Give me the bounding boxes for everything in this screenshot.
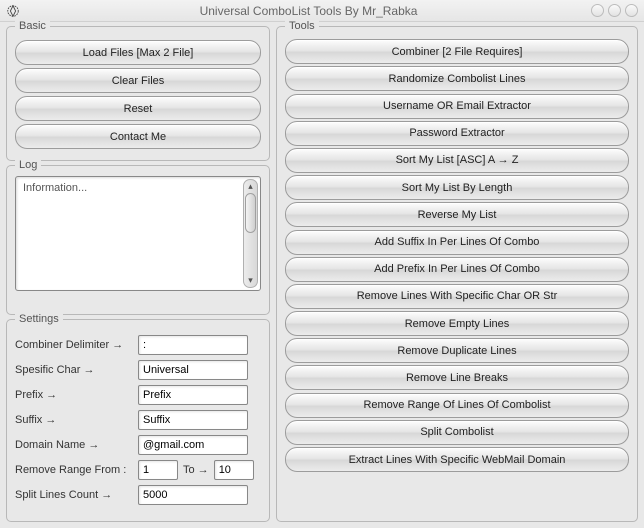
remove-range-button[interactable]: Remove Range Of Lines Of Combolist — [285, 393, 629, 418]
settings-group: Settings Combiner Delimiter → Spesific C… — [6, 319, 270, 522]
remove-empty-button[interactable]: Remove Empty Lines — [285, 311, 629, 336]
suffix-label: Suffix → — [15, 414, 133, 426]
window-titlebar: Universal ComboList Tools By Mr_Rabka — [0, 0, 644, 22]
reverse-button[interactable]: Reverse My List — [285, 202, 629, 227]
specific-char-input[interactable] — [138, 360, 248, 380]
log-textarea[interactable] — [21, 180, 242, 287]
split-lines-count-label: Split Lines Count → — [15, 489, 133, 501]
combiner-delimiter-label: Combiner Delimiter → — [15, 339, 133, 351]
basic-group: Basic Load Files [Max 2 File] Clear File… — [6, 26, 270, 161]
sort-length-button[interactable]: Sort My List By Length — [285, 175, 629, 200]
reset-button[interactable]: Reset — [15, 96, 261, 121]
log-scrollbar[interactable]: ▴ ▾ — [243, 179, 258, 288]
remove-range-from-input[interactable] — [138, 460, 178, 480]
prefix-label: Prefix → — [15, 389, 133, 401]
suffix-input[interactable] — [138, 410, 248, 430]
window-title: Universal ComboList Tools By Mr_Rabka — [26, 4, 591, 18]
settings-legend: Settings — [15, 313, 63, 325]
remove-range-from-label: Remove Range From : — [15, 464, 133, 476]
app-icon — [6, 4, 20, 18]
domain-name-label: Domain Name → — [15, 439, 133, 451]
tools-legend: Tools — [285, 20, 319, 32]
maximize-button[interactable] — [608, 4, 621, 17]
add-suffix-button[interactable]: Add Suffix In Per Lines Of Combo — [285, 230, 629, 255]
domain-name-input[interactable] — [138, 435, 248, 455]
randomize-button[interactable]: Randomize Combolist Lines — [285, 66, 629, 91]
remove-range-to-label: To → — [183, 464, 209, 476]
log-group: Log ▴ ▾ — [6, 165, 270, 315]
scroll-down-icon[interactable]: ▾ — [244, 274, 257, 287]
clear-files-button[interactable]: Clear Files — [15, 68, 261, 93]
combiner-button[interactable]: Combiner [2 File Requires] — [285, 39, 629, 64]
contact-me-button[interactable]: Contact Me — [15, 124, 261, 149]
scroll-thumb[interactable] — [245, 193, 256, 233]
log-legend: Log — [15, 159, 41, 171]
remove-duplicate-button[interactable]: Remove Duplicate Lines — [285, 338, 629, 363]
remove-range-to-input[interactable] — [214, 460, 254, 480]
specific-char-label: Spesific Char → — [15, 364, 133, 376]
tools-group: Tools Combiner [2 File Requires] Randomi… — [276, 26, 638, 522]
remove-breaks-button[interactable]: Remove Line Breaks — [285, 365, 629, 390]
close-button[interactable] — [625, 4, 638, 17]
minimize-button[interactable] — [591, 4, 604, 17]
prefix-input[interactable] — [138, 385, 248, 405]
add-prefix-button[interactable]: Add Prefix In Per Lines Of Combo — [285, 257, 629, 282]
password-extractor-button[interactable]: Password Extractor — [285, 121, 629, 146]
scroll-up-icon[interactable]: ▴ — [244, 180, 257, 193]
extract-webmail-button[interactable]: Extract Lines With Specific WebMail Doma… — [285, 447, 629, 472]
username-extractor-button[interactable]: Username OR Email Extractor — [285, 94, 629, 119]
sort-asc-button[interactable]: Sort My List [ASC] A → Z — [285, 148, 629, 173]
split-lines-count-input[interactable] — [138, 485, 248, 505]
combiner-delimiter-input[interactable] — [138, 335, 248, 355]
basic-legend: Basic — [15, 20, 50, 32]
split-button[interactable]: Split Combolist — [285, 420, 629, 445]
load-files-button[interactable]: Load Files [Max 2 File] — [15, 40, 261, 65]
remove-specific-button[interactable]: Remove Lines With Specific Char OR Str — [285, 284, 629, 309]
